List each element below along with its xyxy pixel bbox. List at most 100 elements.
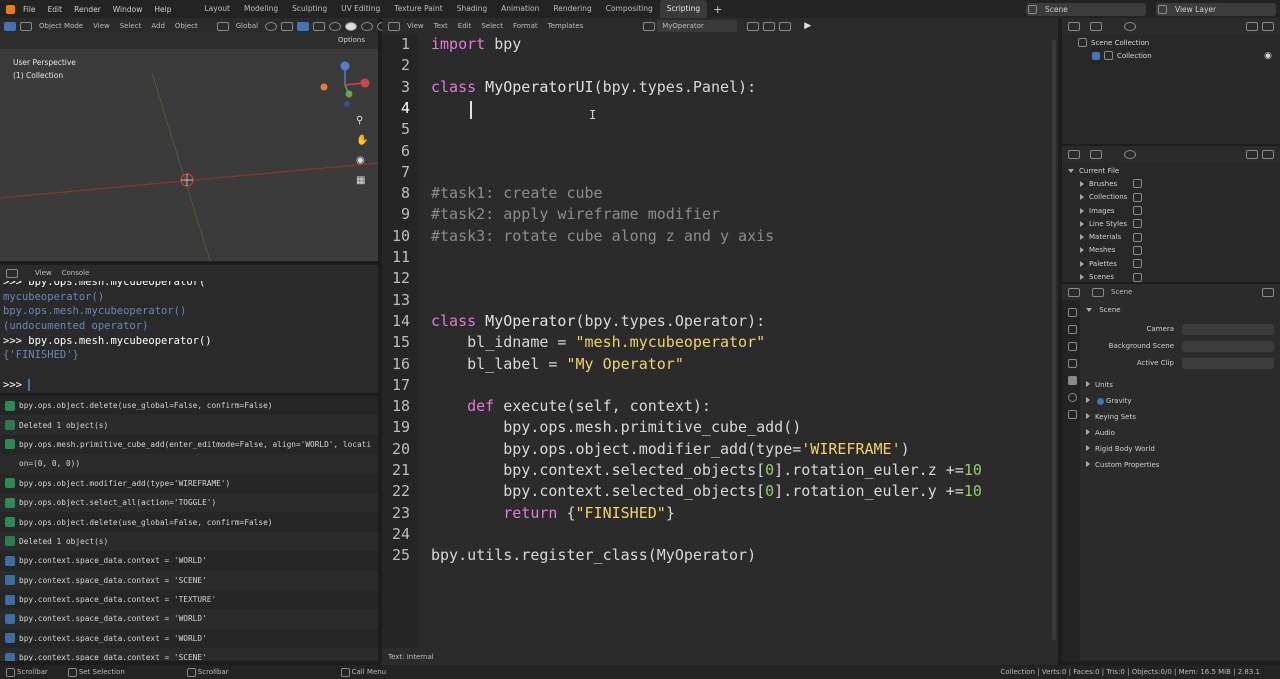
console-menu-view[interactable]: View xyxy=(30,269,57,277)
viewport-menu-object[interactable]: Object xyxy=(170,22,203,30)
background-scene-field[interactable] xyxy=(1182,341,1274,352)
world-tab-icon[interactable] xyxy=(1068,393,1077,402)
tab-uv-editing[interactable]: UV Editing xyxy=(334,0,387,18)
viewport-menu-select[interactable]: Select xyxy=(115,22,147,30)
camera-field[interactable] xyxy=(1182,324,1274,335)
info-row[interactable]: bpy.ops.object.select_all(action='TOGGLE… xyxy=(0,492,378,513)
outliner-search-icon[interactable] xyxy=(1124,21,1136,31)
collection-checkbox-icon[interactable] xyxy=(1092,51,1100,60)
code-line[interactable]: 3 class MyOperatorUI(bpy.types.Panel): xyxy=(382,78,1052,99)
info-row[interactable]: bpy.ops.object.delete(use_global=False, … xyxy=(0,396,378,415)
open-text-icon[interactable] xyxy=(763,21,776,31)
code-line[interactable]: 10 #task3: rotate cube along z and y axis xyxy=(382,227,1052,248)
tab-scripting[interactable]: Scripting xyxy=(659,0,708,18)
section-units[interactable]: Units xyxy=(1086,381,1113,389)
blend-item-scenes[interactable]: Scenes xyxy=(1062,270,1280,283)
section-keying-sets[interactable]: Keying Sets xyxy=(1086,413,1136,421)
tab-compositing[interactable]: Compositing xyxy=(599,0,660,18)
blend-item-line-styles[interactable]: Line Styles xyxy=(1062,217,1280,230)
code-line[interactable]: 9 #task2: apply wireframe modifier xyxy=(382,205,1052,226)
tab-animation[interactable]: Animation xyxy=(494,0,546,18)
section-expand-icon[interactable] xyxy=(1086,397,1090,403)
outliner-editor-type-icon[interactable] xyxy=(1068,21,1080,31)
section-expand-icon[interactable] xyxy=(1086,381,1090,387)
menu-help[interactable]: Help xyxy=(148,5,177,14)
scene-panel-expand-icon[interactable] xyxy=(1086,308,1092,312)
info-row[interactable]: bpy.context.space_data.context = 'SCENE' xyxy=(0,570,378,590)
info-row[interactable]: bpy.context.space_data.context = 'WORLD' xyxy=(0,609,378,629)
expand-icon[interactable] xyxy=(1080,194,1084,201)
run-script-icon[interactable]: ▶ xyxy=(799,21,816,31)
expand-icon[interactable] xyxy=(1080,220,1084,227)
code-line[interactable]: 4 xyxy=(382,99,1052,120)
expand-icon[interactable] xyxy=(1080,234,1084,241)
console-editor-type-icon[interactable] xyxy=(6,268,18,278)
editor-menu-select[interactable]: Select xyxy=(476,22,508,30)
console-menu-console[interactable]: Console xyxy=(57,269,95,277)
expand-icon[interactable] xyxy=(1080,274,1084,281)
code-line[interactable]: 13 xyxy=(382,291,1052,312)
scene-panel-header[interactable]: Scene xyxy=(1086,306,1121,314)
outliner-display-mode-icon[interactable] xyxy=(1090,21,1102,31)
section-expand-icon[interactable] xyxy=(1086,413,1090,419)
ortho-grid-icon[interactable]: ▦ xyxy=(356,175,370,195)
expand-icon[interactable] xyxy=(1068,168,1074,173)
tab-texture-paint[interactable]: Texture Paint xyxy=(387,0,449,18)
outliner-new-collection-icon[interactable] xyxy=(1262,21,1274,31)
tab-rendering[interactable]: Rendering xyxy=(546,0,598,18)
info-row[interactable]: bpy.ops.object.modifier_add(type='WIREFR… xyxy=(0,474,378,493)
outliner[interactable]: Scene Collection Collection ◉ xyxy=(1062,34,1280,144)
collection-row[interactable]: Collection ◉ xyxy=(1062,49,1280,62)
select-box-icon[interactable] xyxy=(4,21,16,31)
editor-type-icon[interactable] xyxy=(20,21,32,31)
section-audio[interactable]: Audio xyxy=(1086,429,1115,437)
section-expand-icon[interactable] xyxy=(1086,445,1090,451)
tab-modeling[interactable]: Modeling xyxy=(237,0,285,18)
add-workspace-icon[interactable]: + xyxy=(707,3,728,16)
code-line[interactable]: 6 xyxy=(382,142,1052,163)
code-line[interactable]: 15 bl_idname = "mesh.mycubeoperator" xyxy=(382,333,1052,354)
new-text-icon[interactable] xyxy=(747,21,760,31)
navigation-gizmo[interactable] xyxy=(315,58,375,118)
render-tab-icon[interactable] xyxy=(1068,325,1077,334)
python-console[interactable]: >>> bpy.ops.mesh.mycubeoperator(mycubeop… xyxy=(0,281,378,393)
code-line[interactable]: 8 #task1: create cube xyxy=(382,184,1052,205)
code-line[interactable]: 11 xyxy=(382,248,1052,269)
info-editor[interactable]: bpy.ops.object.delete(use_global=False, … xyxy=(0,396,378,661)
active-clip-field[interactable] xyxy=(1182,358,1274,369)
blend-item-palettes[interactable]: Palettes xyxy=(1062,257,1280,270)
blend-display-mode-icon[interactable] xyxy=(1090,149,1102,159)
editor-scrollbar[interactable] xyxy=(1052,40,1056,640)
section-rigid-body-world[interactable]: Rigid Body World xyxy=(1086,445,1155,453)
section-expand-icon[interactable] xyxy=(1086,429,1090,435)
code-line[interactable]: 12 xyxy=(382,269,1052,290)
info-row[interactable]: Deleted 1 object(s) xyxy=(0,415,378,435)
viewport-menu-add[interactable]: Add xyxy=(146,22,170,30)
orientation-dropdown[interactable]: Global xyxy=(231,22,263,30)
info-row[interactable]: Deleted 1 object(s) xyxy=(0,531,378,552)
expand-icon[interactable] xyxy=(1080,180,1084,187)
blend-file-browser[interactable]: Current File Brushes Collections Images Lin… xyxy=(1062,162,1280,282)
text-editor[interactable]: 1 import bpy 2 3 class MyOperatorUI(bpy.type… xyxy=(382,34,1058,648)
expand-icon[interactable] xyxy=(1080,247,1084,254)
blender-logo-icon[interactable] xyxy=(6,4,15,14)
scene-tab-icon[interactable] xyxy=(1068,376,1077,385)
code-line[interactable]: 2 xyxy=(382,56,1052,77)
editor-menu-edit[interactable]: Edit xyxy=(453,22,477,30)
menu-file[interactable]: File xyxy=(17,5,42,14)
tab-shading[interactable]: Shading xyxy=(450,0,494,18)
code-line[interactable]: 17 xyxy=(382,376,1052,397)
tab-layout[interactable]: Layout xyxy=(197,0,237,18)
section-gravity[interactable]: Gravity xyxy=(1086,397,1132,405)
blend-item-images[interactable]: Images xyxy=(1062,204,1280,217)
blend-item-collections[interactable]: Collections xyxy=(1062,191,1280,204)
menu-render[interactable]: Render xyxy=(68,5,107,14)
tool-tab-icon[interactable] xyxy=(1068,308,1077,317)
text-editor-type-icon[interactable] xyxy=(388,21,400,31)
blend-editor-type-icon[interactable] xyxy=(1068,149,1080,159)
code-line[interactable]: 18 def execute(self, context): xyxy=(382,397,1052,418)
code-line[interactable]: 23 return {"FINISHED"} xyxy=(382,504,1052,525)
texture-tab-icon[interactable] xyxy=(1068,410,1077,419)
expand-icon[interactable] xyxy=(1080,260,1084,267)
code-line[interactable]: 21 bpy.context.selected_objects[0].rotat… xyxy=(382,461,1052,482)
